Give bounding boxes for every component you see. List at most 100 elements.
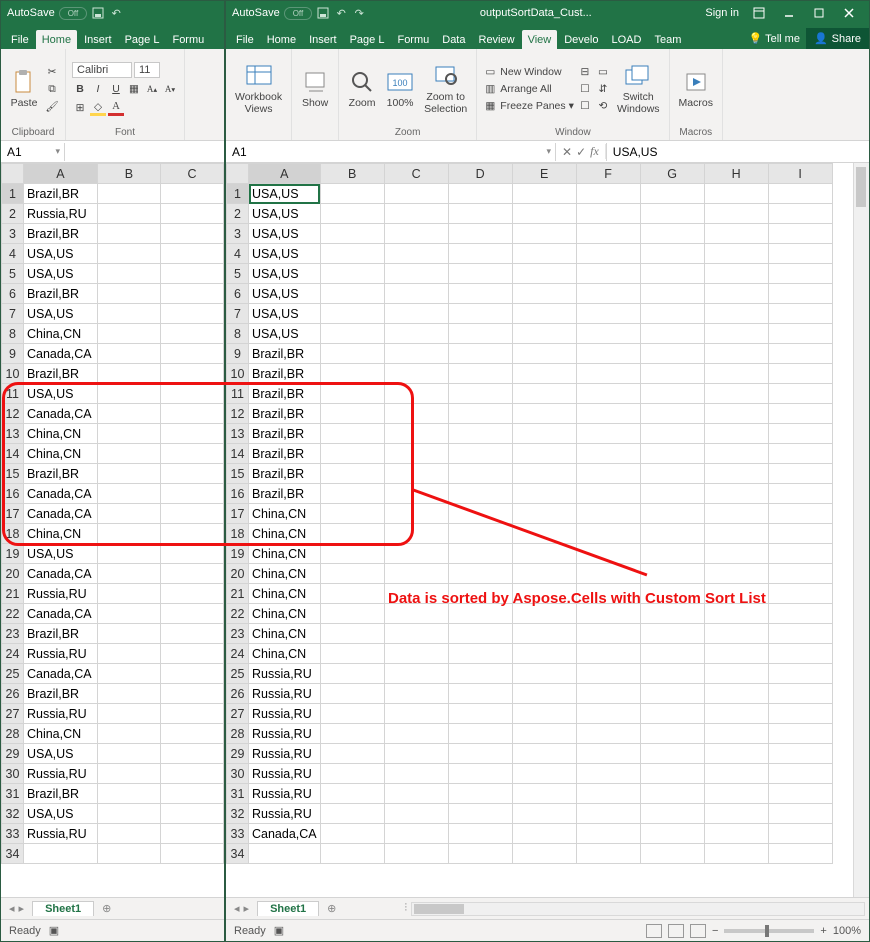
cell-I9[interactable] (768, 344, 832, 364)
cell-I26[interactable] (768, 684, 832, 704)
cell-C24[interactable] (160, 644, 223, 664)
reset-pos-icon[interactable]: ⟲ (596, 99, 610, 113)
cell-E9[interactable] (512, 344, 576, 364)
cell-D16[interactable] (448, 484, 512, 504)
row-header-5[interactable]: 5 (2, 264, 24, 284)
cell-A33[interactable]: Russia,RU (23, 824, 97, 844)
row-header-3[interactable]: 3 (227, 224, 249, 244)
cell-F1[interactable] (576, 184, 640, 204)
cell-H3[interactable] (704, 224, 768, 244)
row-header-28[interactable]: 28 (227, 724, 249, 744)
name-box[interactable]: A1 (1, 143, 65, 161)
cell-D19[interactable] (448, 544, 512, 564)
cell-I10[interactable] (768, 364, 832, 384)
cell-D24[interactable] (448, 644, 512, 664)
sheet-tab[interactable]: Sheet1 (32, 901, 94, 916)
cell-B30[interactable] (97, 764, 160, 784)
cell-F31[interactable] (576, 784, 640, 804)
cell-I19[interactable] (768, 544, 832, 564)
cell-G17[interactable] (640, 504, 704, 524)
cell-A34[interactable] (23, 844, 97, 864)
cell-H7[interactable] (704, 304, 768, 324)
cell-C21[interactable] (160, 584, 223, 604)
row-header-15[interactable]: 15 (227, 464, 249, 484)
cell-B11[interactable] (97, 384, 160, 404)
sheet-tab[interactable]: Sheet1 (257, 901, 319, 916)
cell-C11[interactable] (384, 384, 448, 404)
cell-B6[interactable] (320, 284, 384, 304)
sync-scroll-icon[interactable]: ⇵ (596, 82, 610, 96)
cell-D29[interactable] (448, 744, 512, 764)
tab-formulas[interactable]: Formu (391, 30, 435, 49)
cell-B9[interactable] (97, 344, 160, 364)
cell-D5[interactable] (448, 264, 512, 284)
cell-D32[interactable] (448, 804, 512, 824)
close-button[interactable] (835, 3, 863, 23)
tab-developer[interactable]: Develo (558, 30, 604, 49)
zoom-slider[interactable] (724, 929, 814, 933)
font-size-combo[interactable]: 11 (134, 62, 160, 78)
sheet-next-icon[interactable]: ▸ (244, 902, 250, 915)
cell-I23[interactable] (768, 624, 832, 644)
cell-E10[interactable] (512, 364, 576, 384)
cell-B6[interactable] (97, 284, 160, 304)
switch-windows-button[interactable]: Switch Windows (614, 60, 663, 117)
cell-A8[interactable]: China,CN (23, 324, 97, 344)
row-header-14[interactable]: 14 (227, 444, 249, 464)
cell-G13[interactable] (640, 424, 704, 444)
scrollbar-horizontal[interactable] (411, 902, 865, 916)
cell-B21[interactable] (320, 584, 384, 604)
cell-B18[interactable] (320, 524, 384, 544)
row-header-12[interactable]: 12 (2, 404, 24, 424)
row-header-22[interactable]: 22 (2, 604, 24, 624)
cell-C4[interactable] (160, 244, 223, 264)
row-header-17[interactable]: 17 (2, 504, 24, 524)
cell-E14[interactable] (512, 444, 576, 464)
cell-I16[interactable] (768, 484, 832, 504)
cell-B17[interactable] (97, 504, 160, 524)
cell-A18[interactable]: China,CN (249, 524, 321, 544)
cell-A3[interactable]: Brazil,BR (23, 224, 97, 244)
row-header-12[interactable]: 12 (227, 404, 249, 424)
cell-B34[interactable] (97, 844, 160, 864)
cell-D21[interactable] (448, 584, 512, 604)
cell-C19[interactable] (384, 544, 448, 564)
cell-B23[interactable] (320, 624, 384, 644)
cell-I12[interactable] (768, 404, 832, 424)
cell-C34[interactable] (384, 844, 448, 864)
row-header-24[interactable]: 24 (227, 644, 249, 664)
row-header-4[interactable]: 4 (227, 244, 249, 264)
cell-F20[interactable] (576, 564, 640, 584)
cell-G25[interactable] (640, 664, 704, 684)
cell-D10[interactable] (448, 364, 512, 384)
cell-C1[interactable] (384, 184, 448, 204)
select-all-corner[interactable] (2, 164, 24, 184)
row-header-27[interactable]: 27 (227, 704, 249, 724)
cell-I20[interactable] (768, 564, 832, 584)
cell-C27[interactable] (384, 704, 448, 724)
cell-C8[interactable] (160, 324, 223, 344)
zoom-percent[interactable]: 100% (833, 925, 861, 937)
cell-A10[interactable]: Brazil,BR (23, 364, 97, 384)
cell-C31[interactable] (384, 784, 448, 804)
cell-C3[interactable] (384, 224, 448, 244)
row-header-1[interactable]: 1 (227, 184, 249, 204)
cell-A5[interactable]: USA,US (249, 264, 321, 284)
cell-B15[interactable] (320, 464, 384, 484)
cell-A23[interactable]: Brazil,BR (23, 624, 97, 644)
cell-C34[interactable] (160, 844, 223, 864)
cell-A13[interactable]: China,CN (23, 424, 97, 444)
cell-G23[interactable] (640, 624, 704, 644)
row-header-10[interactable]: 10 (2, 364, 24, 384)
tab-home[interactable]: Home (261, 30, 302, 49)
cell-A29[interactable]: Russia,RU (249, 744, 321, 764)
cell-B16[interactable] (320, 484, 384, 504)
cell-E6[interactable] (512, 284, 576, 304)
cell-A2[interactable]: USA,US (249, 204, 321, 224)
cell-E5[interactable] (512, 264, 576, 284)
cell-E20[interactable] (512, 564, 576, 584)
add-sheet-button[interactable]: ⊕ (319, 902, 344, 915)
row-header-29[interactable]: 29 (2, 744, 24, 764)
cell-F34[interactable] (576, 844, 640, 864)
unhide-icon[interactable]: ☐ (578, 99, 592, 113)
